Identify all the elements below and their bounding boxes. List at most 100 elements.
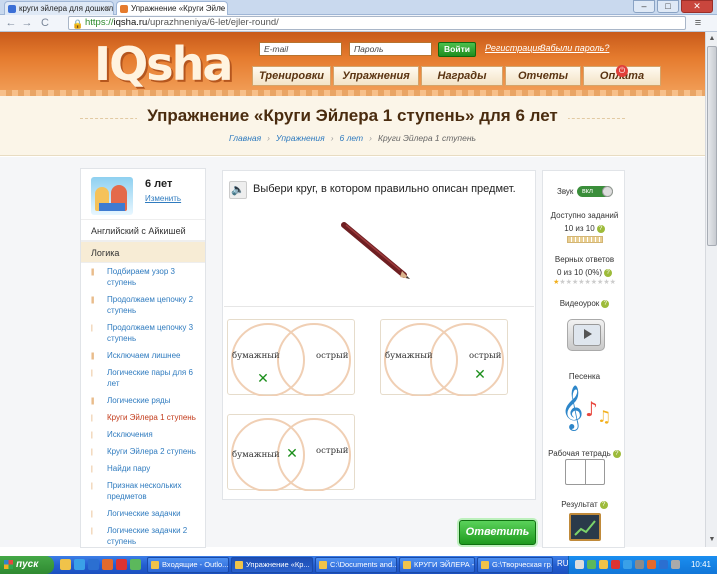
nav-exercises[interactable]: Упражнения <box>333 66 419 86</box>
sidebar-item[interactable]: ||| Продолжаем цепочку 2 ступень <box>81 294 205 316</box>
nav-awards[interactable]: Награды <box>421 66 503 86</box>
sidebar-item[interactable]: ||| Подбираем узор 3 ступень <box>81 266 205 288</box>
close-window-button[interactable]: ✕ <box>681 0 713 13</box>
nav-trainings[interactable]: Тренировки <box>252 66 331 86</box>
page-scrollbar[interactable]: ▲ ▼ <box>705 32 717 547</box>
avatar <box>91 177 133 215</box>
tray-icon[interactable] <box>671 560 680 569</box>
scroll-down-icon[interactable]: ▼ <box>707 534 717 545</box>
forward-button[interactable]: → <box>20 16 34 30</box>
help-icon[interactable]: ? <box>612 449 621 458</box>
breadcrumb-age[interactable]: 6 лет <box>340 133 364 143</box>
email-input[interactable]: E-mail <box>259 42 342 56</box>
browser-tab-search[interactable]: круги эйлера для дошкол × <box>4 1 114 15</box>
song-label: Песенка <box>568 372 601 381</box>
video-lesson-icon[interactable] <box>567 319 605 351</box>
sidebar-item[interactable]: | Исключения <box>81 429 205 440</box>
change-age-link[interactable]: Изменить <box>145 194 181 203</box>
back-button[interactable]: ← <box>4 16 18 30</box>
tray-icon[interactable] <box>575 560 584 569</box>
tray-icon[interactable] <box>623 560 632 569</box>
start-button[interactable]: пуск <box>0 556 54 574</box>
available-label: Доступно заданий <box>550 211 619 220</box>
sidebar-item[interactable]: | Логические задачки <box>81 508 205 519</box>
url-host: iqsha.ru <box>113 17 148 28</box>
scroll-up-icon[interactable]: ▲ <box>707 33 717 44</box>
register-link[interactable]: Регистрация <box>485 43 542 53</box>
reload-button[interactable]: C <box>38 16 52 30</box>
taskbar-item-explorer[interactable]: C:\Documents and... <box>315 557 397 573</box>
browser-tab-bar: круги эйлера для дошкол × Упражнение «Кр… <box>0 0 717 15</box>
taskbar-item-outlook[interactable]: Входящие - Outlo... <box>147 557 229 573</box>
quicklaunch-icon[interactable] <box>130 559 141 570</box>
tray-icon[interactable] <box>659 560 668 569</box>
exercise-panel: 🔈 Выбери круг, в котором правильно описа… <box>222 170 536 500</box>
result-chart-icon[interactable] <box>569 513 601 541</box>
wrench-menu-icon[interactable]: ≡ <box>691 16 705 30</box>
help-icon[interactable]: ? <box>604 268 613 277</box>
quicklaunch-icon[interactable] <box>60 559 71 570</box>
tray-icon[interactable] <box>635 560 644 569</box>
difficulty-bars-icon: ||| <box>91 353 95 360</box>
scroll-thumb[interactable] <box>707 46 717 246</box>
answer-option-2[interactable]: бумажный острый ✕ <box>380 319 508 396</box>
logout-icon[interactable]: ⏻ <box>616 65 628 77</box>
sidebar-item[interactable]: | Круги Эйлера 2 ступень <box>81 446 205 457</box>
sidebar-item[interactable]: ||| Логические ряды <box>81 395 205 406</box>
tab-close-icon[interactable]: × <box>219 2 224 15</box>
music-notes-icon[interactable]: 𝄞 ♪ ♫ <box>561 385 611 431</box>
answer-option-1[interactable]: бумажный острый ✕ <box>227 319 355 396</box>
quicklaunch-icon[interactable] <box>88 559 99 570</box>
tray-icon[interactable] <box>647 560 656 569</box>
result-label: Результат? <box>543 500 626 509</box>
iqsha-logo[interactable]: IQsha <box>94 38 242 90</box>
submit-answer-button[interactable]: Ответить <box>459 520 536 545</box>
sidebar-item[interactable]: | Признак нескольких предметов <box>81 480 205 502</box>
difficulty-bars-icon: | <box>91 415 93 422</box>
login-button[interactable]: Войти <box>438 42 476 57</box>
windows-taskbar: пуск Входящие - Outlo... Упражнение «Кр.… <box>0 556 717 574</box>
address-bar[interactable]: 🔒 https://iqsha.ru/uprazhneniya/6-let/ej… <box>68 16 686 30</box>
sidebar-section-logic[interactable]: Логика <box>81 241 205 263</box>
tray-icon[interactable] <box>587 560 596 569</box>
taskbar-item-folder[interactable]: G:\Творческая гр... <box>477 557 553 573</box>
password-input[interactable]: Пароль <box>349 42 432 56</box>
sidebar-item[interactable]: | Продолжаем цепочку 3 ступень <box>81 322 205 344</box>
tab-close-icon[interactable]: × <box>105 2 110 15</box>
circle-label-left: бумажный <box>232 450 280 460</box>
difficulty-bars-icon: | <box>91 325 93 332</box>
tray-icon[interactable] <box>599 560 608 569</box>
sidebar-item[interactable]: ||| Исключаем лишнее <box>81 350 205 361</box>
help-icon[interactable]: ? <box>599 500 608 509</box>
sound-toggle[interactable]: вкл <box>577 186 613 197</box>
workbook-icon[interactable] <box>565 459 605 485</box>
browser-tab-exercise[interactable]: Упражнение «Круги Эйле × <box>116 1 228 15</box>
maximize-button[interactable]: □ <box>657 0 679 13</box>
breadcrumb-current: Круги Эйлера 1 ступень <box>377 133 476 143</box>
speaker-icon[interactable]: 🔈 <box>229 181 247 199</box>
quicklaunch-icon[interactable] <box>102 559 113 570</box>
sidebar-item[interactable]: | Логические задачки 2 ступень <box>81 525 205 547</box>
pencil-icon <box>341 222 410 279</box>
available-value: 10 из 10? <box>543 224 626 233</box>
tray-icon[interactable] <box>611 560 620 569</box>
sidebar-item[interactable]: | Найди пару <box>81 463 205 474</box>
help-icon[interactable]: ? <box>601 299 610 308</box>
answer-option-3[interactable]: бумажный острый ✕ <box>227 414 355 491</box>
quicklaunch-icon[interactable] <box>116 559 127 570</box>
language-indicator[interactable]: RU <box>557 559 569 568</box>
forgot-password-link[interactable]: Забыли пароль? <box>540 43 609 53</box>
help-icon[interactable]: ? <box>596 224 605 233</box>
tasks-progress-bar <box>567 236 603 243</box>
breadcrumb-home[interactable]: Главная <box>229 133 261 143</box>
breadcrumb-exercises[interactable]: Упражнения <box>276 133 325 143</box>
sidebar-item[interactable]: | Логические пары для 6 лет <box>81 367 205 389</box>
nav-reports[interactable]: Отчеты <box>505 66 581 86</box>
taskbar-item-word[interactable]: КРУГИ ЭЙЛЕРА - ... <box>399 557 475 573</box>
pencil-mark-icon: ✕ <box>257 370 269 386</box>
sidebar-section-english[interactable]: Английский с Айкишей <box>81 219 205 241</box>
quicklaunch-icon[interactable] <box>74 559 85 570</box>
taskbar-item-browser[interactable]: Упражнение «Кр... <box>231 557 313 573</box>
minimize-button[interactable]: – <box>633 0 655 13</box>
sidebar-item-current[interactable]: | Круги Эйлера 1 ступень <box>81 412 205 423</box>
